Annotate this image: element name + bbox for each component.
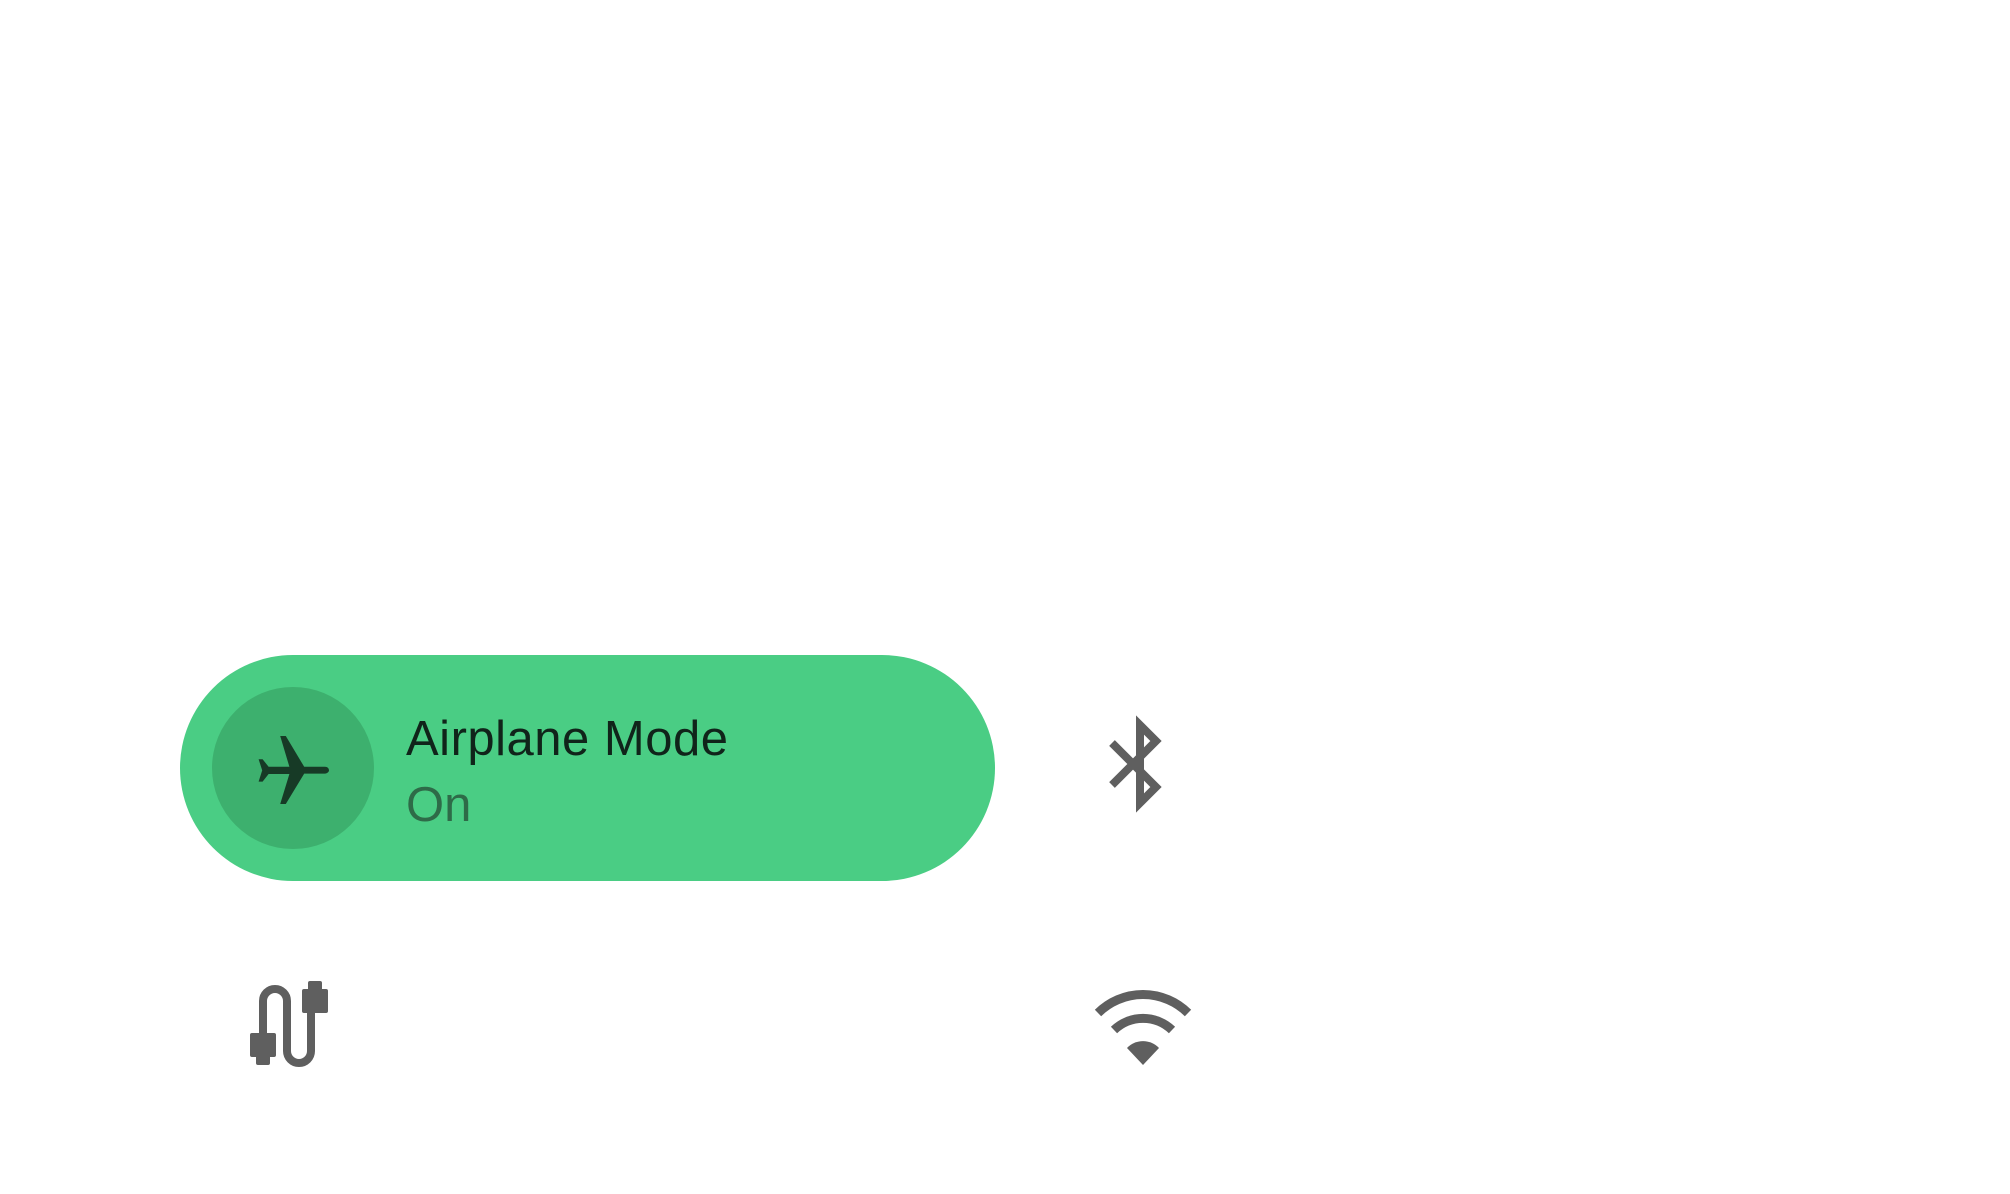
quick-settings-panel: Airplane Mode On [0, 0, 2010, 1194]
bluetooth-tile[interactable] [1090, 715, 1190, 821]
bluetooth-icon [1109, 715, 1162, 813]
wifi-tile[interactable] [1090, 975, 1196, 1081]
usb-tethering-tile[interactable] [236, 975, 342, 1081]
usb-cable-icon [250, 981, 328, 1067]
airplane-mode-tile[interactable]: Airplane Mode On [180, 655, 995, 881]
airplane-mode-state: On [406, 778, 472, 832]
airplane-mode-title: Airplane Mode [406, 712, 729, 766]
airplane-icon [258, 736, 329, 804]
airplane-icon-container [212, 687, 374, 849]
wifi-icon [1094, 990, 1192, 1065]
